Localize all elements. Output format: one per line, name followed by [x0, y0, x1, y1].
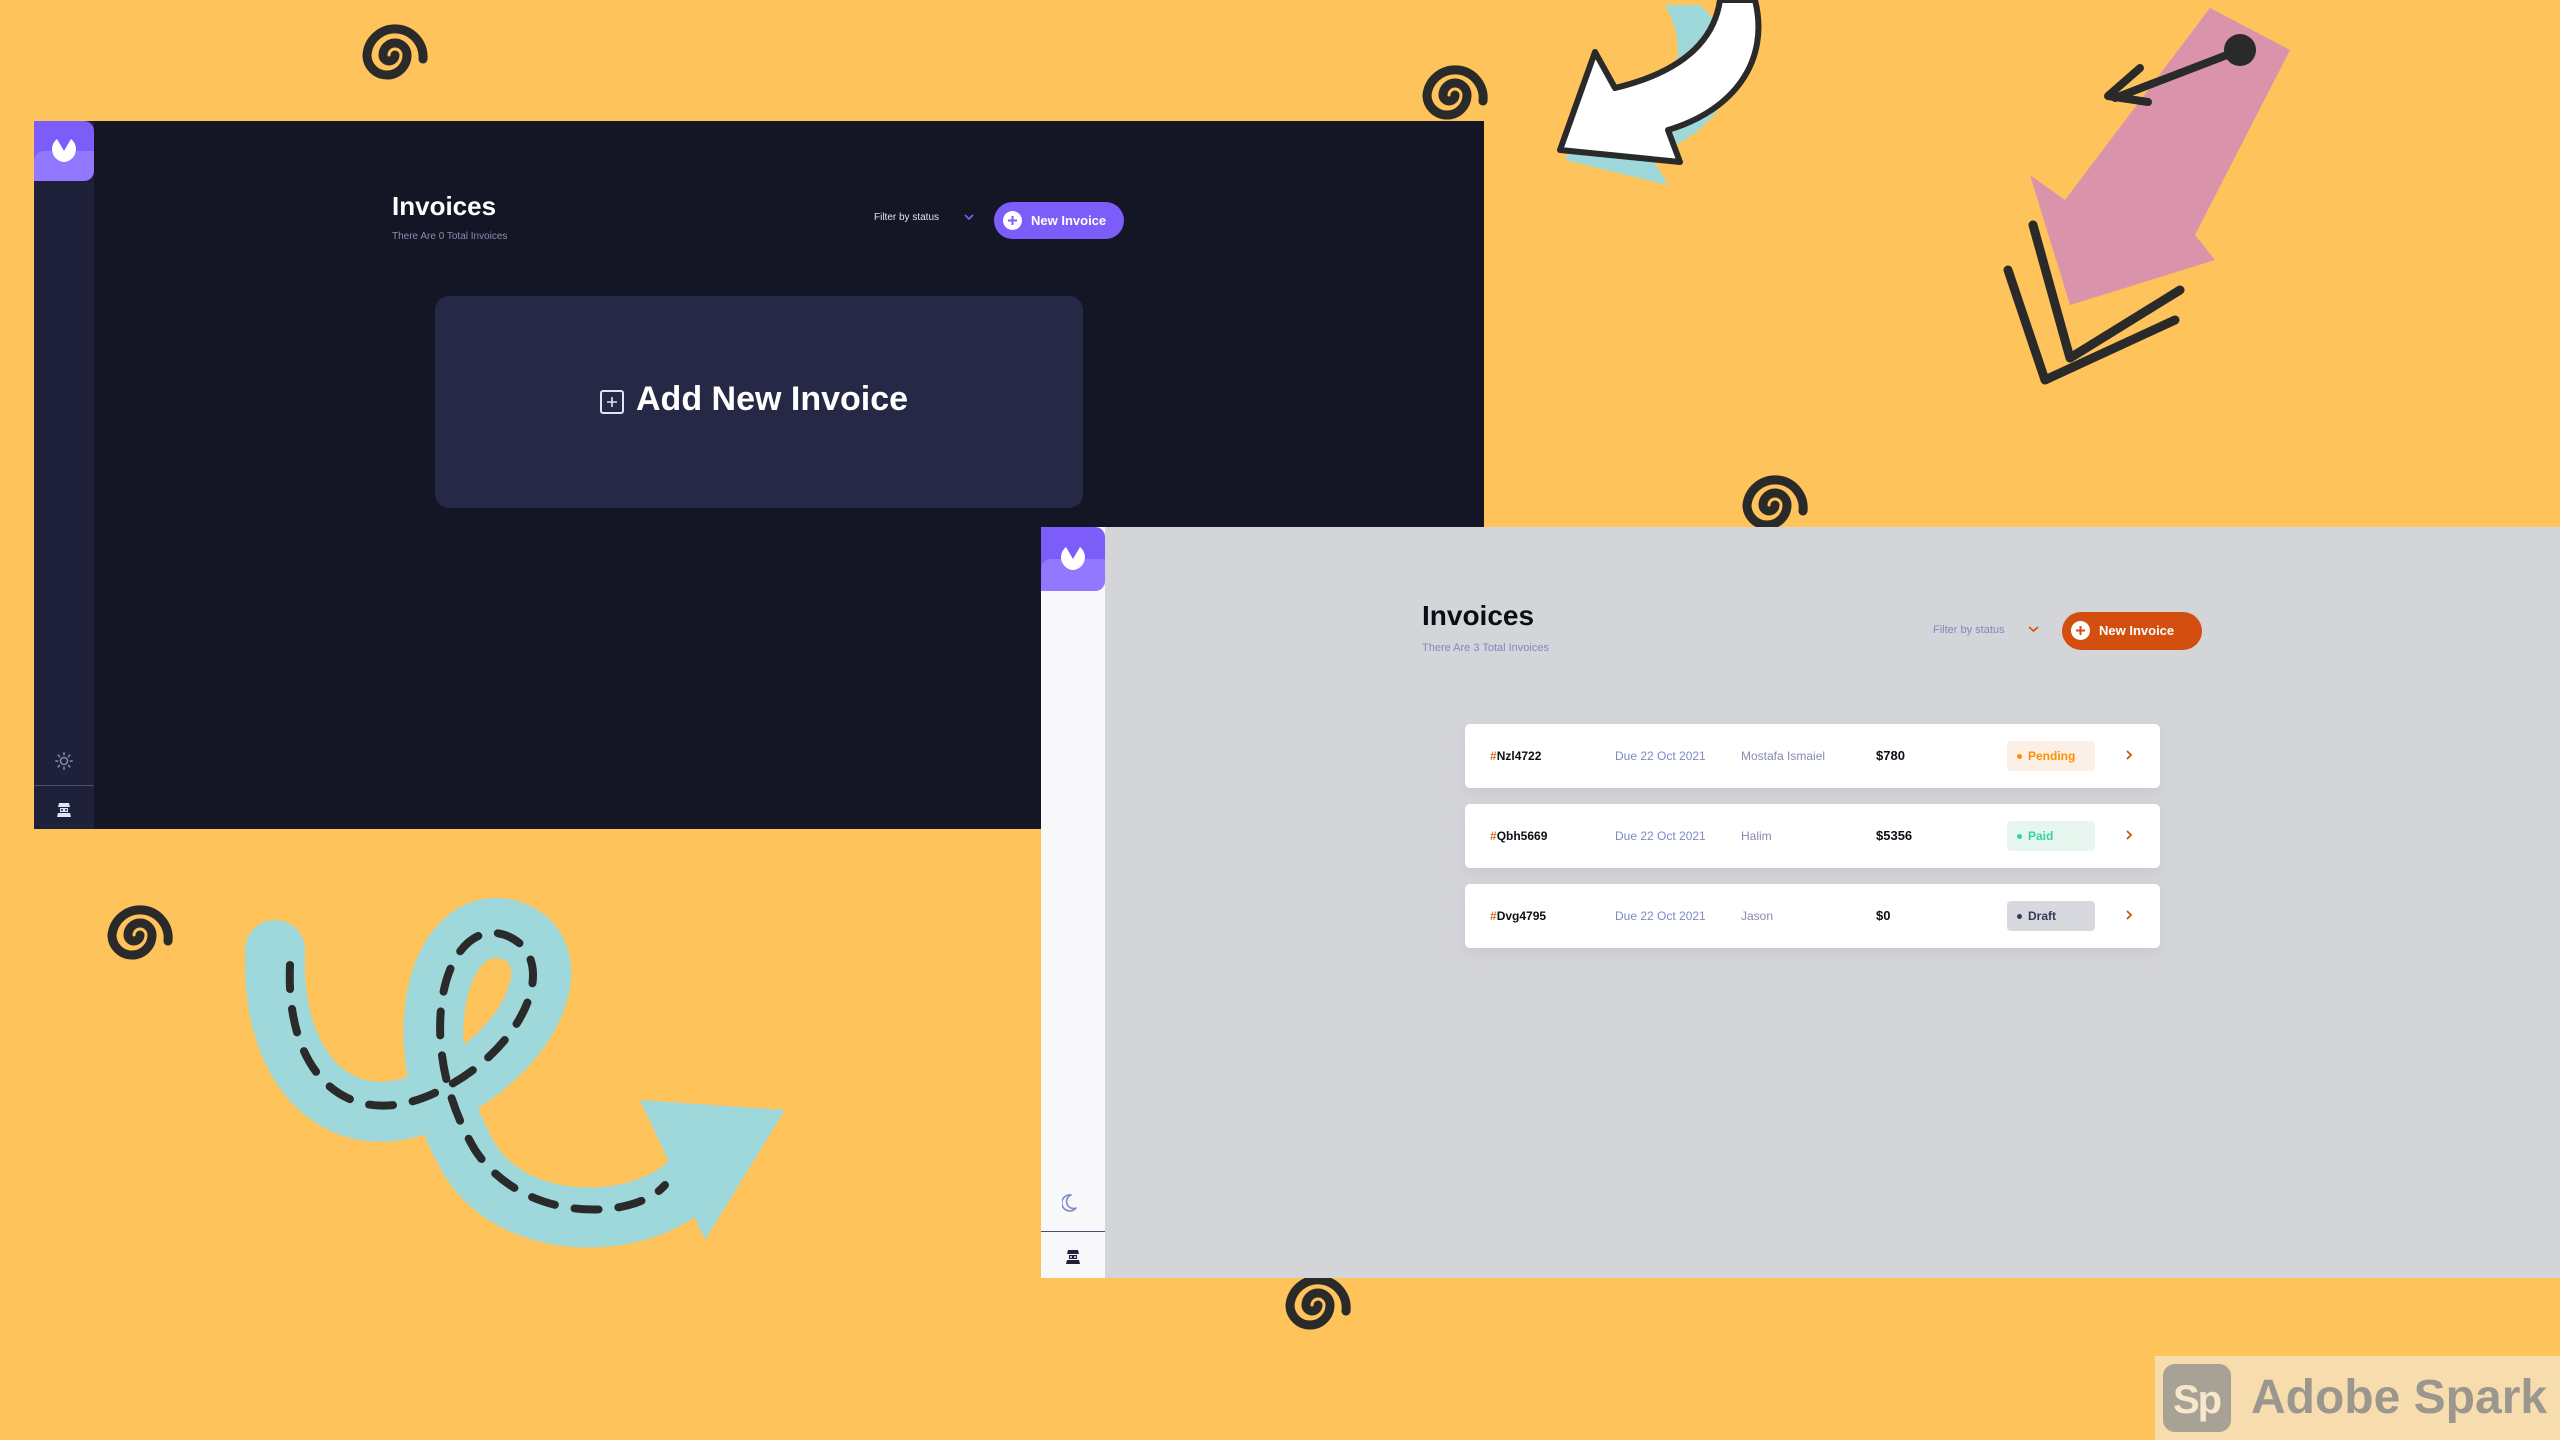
light-sidebar — [1041, 527, 1105, 1278]
logo-button[interactable] — [1041, 527, 1105, 591]
plus-circle-icon — [1003, 211, 1022, 230]
invoice-amount: $780 — [1876, 748, 1905, 763]
spiral-doodle — [1742, 475, 1808, 530]
invoice-id: #Dvg4795 — [1490, 909, 1547, 923]
avatar-icon[interactable] — [1065, 1246, 1081, 1264]
plus-circle-icon — [2071, 621, 2090, 640]
new-invoice-button[interactable]: New Invoice — [994, 202, 1124, 239]
chevron-right-icon[interactable] — [2125, 829, 2133, 841]
plus-square-icon — [600, 390, 624, 414]
new-invoice-label: New Invoice — [2099, 623, 2175, 638]
new-invoice-button[interactable]: New Invoice — [2062, 612, 2202, 650]
invoice-row[interactable]: #Qbh5669 Due 22 Oct 2021 Halim $5356 Pai… — [1465, 804, 2160, 868]
sidebar-divider — [1041, 1231, 1105, 1232]
chevron-down-icon[interactable] — [2028, 625, 2039, 633]
dark-sidebar — [34, 121, 94, 829]
pointer-dot-doodle — [2224, 34, 2256, 66]
logo-icon — [1061, 547, 1085, 570]
sidebar-divider — [34, 785, 94, 786]
curved-arrow-doodle — [1557, 0, 1762, 165]
watermark-text: Adobe Spark — [2251, 1371, 2548, 1424]
spiral-doodle — [362, 24, 428, 80]
invoice-due-date: Due 22 Oct 2021 — [1615, 829, 1706, 843]
filter-by-status-dropdown[interactable]: Filter by status — [874, 212, 939, 223]
chevron-down-icon[interactable] — [964, 213, 974, 221]
invoice-id: #Qbh5669 — [1490, 829, 1548, 843]
status-badge: Pending — [2007, 741, 2095, 771]
invoice-row[interactable]: #Nzl4722 Due 22 Oct 2021 Mostafa Ismaiel… — [1465, 724, 2160, 788]
invoice-count: There Are 0 Total Invoices — [392, 231, 508, 242]
filter-by-status-dropdown[interactable]: Filter by status — [1933, 624, 2005, 636]
invoice-due-date: Due 22 Oct 2021 — [1615, 909, 1706, 923]
moon-icon[interactable] — [1062, 1193, 1082, 1213]
page-title: Invoices — [392, 191, 497, 221]
status-badge: Paid — [2007, 821, 2095, 851]
add-new-invoice-label: Add New Invoice — [636, 380, 909, 418]
avatar-icon[interactable] — [56, 799, 72, 817]
add-new-invoice-card[interactable]: Add New Invoice — [435, 296, 1083, 508]
light-app-window: Invoices There Are 3 Total Invoices Filt… — [1041, 527, 2560, 1278]
sun-icon[interactable] — [55, 752, 73, 770]
invoice-client: Mostafa Ismaiel — [1741, 749, 1826, 763]
invoice-count: There Are 3 Total Invoices — [1422, 642, 1549, 654]
spiral-doodle — [1285, 1275, 1351, 1330]
spiral-doodle — [107, 905, 173, 960]
logo-button[interactable] — [34, 121, 94, 181]
invoice-amount: $0 — [1876, 908, 1891, 923]
logo-icon — [52, 139, 76, 162]
page-title: Invoices — [1422, 600, 1535, 631]
invoice-row[interactable]: #Dvg4795 Due 22 Oct 2021 Jason $0 Draft — [1465, 884, 2160, 948]
invoice-due-date: Due 22 Oct 2021 — [1615, 749, 1706, 763]
invoice-id: #Nzl4722 — [1490, 749, 1542, 763]
invoice-client: Halim — [1741, 829, 1772, 843]
chevron-right-icon[interactable] — [2125, 749, 2133, 761]
spark-logo-icon: Sp — [2163, 1364, 2231, 1432]
loop-arrow-doodle — [244, 898, 730, 1248]
invoice-amount: $5356 — [1876, 828, 1913, 843]
new-invoice-label: New Invoice — [1031, 213, 1107, 228]
status-badge: Draft — [2007, 901, 2095, 931]
invoice-client: Jason — [1741, 909, 1774, 923]
chevron-right-icon[interactable] — [2125, 909, 2133, 921]
adobe-spark-watermark: Sp Adobe Spark — [2155, 1356, 2560, 1440]
spiral-doodle — [1422, 65, 1488, 120]
